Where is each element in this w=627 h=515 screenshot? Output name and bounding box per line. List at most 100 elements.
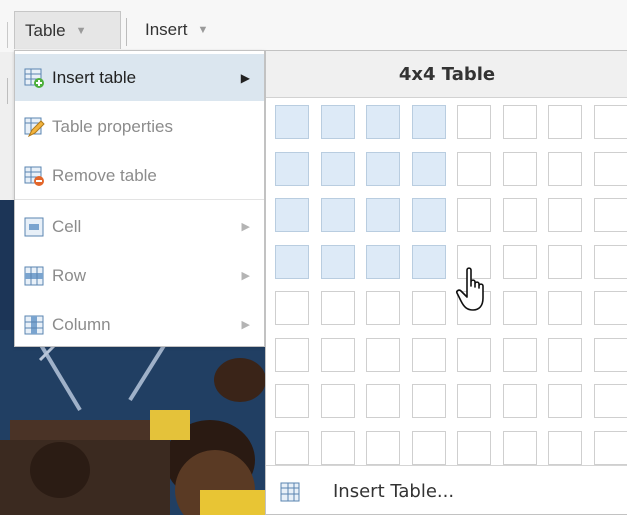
menu-item-label: Remove table <box>52 165 157 185</box>
grid-cell[interactable] <box>412 105 446 139</box>
grid-cell[interactable] <box>548 384 582 418</box>
insert-table-icon <box>24 68 44 88</box>
grid-cell[interactable] <box>548 291 582 325</box>
grid-cell[interactable] <box>457 338 491 372</box>
menu-item-label: Table properties <box>52 116 173 136</box>
table-icon <box>280 482 300 501</box>
insert-menu-button[interactable]: Insert ▼ <box>135 11 218 49</box>
grid-cell[interactable] <box>275 105 309 139</box>
grid-cell[interactable] <box>366 384 400 418</box>
grid-cell[interactable] <box>412 431 446 465</box>
grid-cell[interactable] <box>366 198 400 232</box>
menu-item-table-properties[interactable]: Table properties <box>15 103 264 150</box>
grid-cell[interactable] <box>503 338 537 372</box>
grid-cell[interactable] <box>503 245 537 279</box>
insert-table-dialog-button[interactable]: Insert Table... <box>266 465 627 514</box>
table-grid-picker: 4x4 Table Insert Table... <box>265 50 627 515</box>
grid-cell[interactable] <box>275 245 309 279</box>
grid-cell[interactable] <box>457 384 491 418</box>
remove-table-icon <box>24 166 44 186</box>
grid-cell[interactable] <box>412 245 446 279</box>
menu-item-remove-table[interactable]: Remove table <box>15 152 264 199</box>
grid-cell[interactable] <box>275 338 309 372</box>
grid-cell[interactable] <box>594 338 627 372</box>
grid-cell[interactable] <box>275 152 309 186</box>
grid-cell[interactable] <box>503 198 537 232</box>
grid-cell[interactable] <box>594 198 627 232</box>
grid-cell[interactable] <box>548 152 582 186</box>
grid-cell[interactable] <box>503 431 537 465</box>
grid-cell[interactable] <box>412 198 446 232</box>
grid-cell[interactable] <box>412 384 446 418</box>
submenu-arrow-icon: ▶ <box>240 71 250 85</box>
grid-cell[interactable] <box>594 105 627 139</box>
menu-separator <box>15 199 264 200</box>
grid-cell[interactable] <box>548 198 582 232</box>
grid-cell[interactable] <box>548 245 582 279</box>
menu-item-cell[interactable]: Cell ▶ <box>15 203 264 250</box>
grid-cell[interactable] <box>275 291 309 325</box>
insert-table-dialog-label: Insert Table... <box>333 481 455 502</box>
chevron-down-icon: ▼ <box>75 24 87 37</box>
grid-cell[interactable] <box>321 105 355 139</box>
grid-cell[interactable] <box>503 291 537 325</box>
menu-item-label: Insert table <box>52 67 137 87</box>
menu-item-column[interactable]: Column ▶ <box>15 301 264 348</box>
grid-cell[interactable] <box>457 105 491 139</box>
grid-cell[interactable] <box>366 152 400 186</box>
menubar: Table ▼ Insert ▼ <box>0 0 627 52</box>
grid-cell[interactable] <box>457 152 491 186</box>
submenu-arrow-icon: ▶ <box>241 270 250 282</box>
grid-cell[interactable] <box>321 245 355 279</box>
grid-cell[interactable] <box>594 384 627 418</box>
grid-cell[interactable] <box>366 338 400 372</box>
submenu-arrow-icon: ▶ <box>241 221 250 233</box>
grid-cell[interactable] <box>548 105 582 139</box>
grid-cell[interactable] <box>275 384 309 418</box>
grid-cell[interactable] <box>321 338 355 372</box>
grid-cell[interactable] <box>594 245 627 279</box>
toolbar-separator <box>7 22 8 48</box>
grid-cell[interactable] <box>275 431 309 465</box>
toolbar-separator <box>7 78 8 104</box>
menu-item-label: Column <box>52 314 111 334</box>
table-dropdown-menu: Insert table ▶ Table properties Remove t… <box>14 50 265 347</box>
cell-icon <box>24 217 44 236</box>
grid-cell[interactable] <box>412 152 446 186</box>
grid-cell[interactable] <box>275 198 309 232</box>
grid-cell[interactable] <box>503 105 537 139</box>
row-icon <box>24 266 44 285</box>
menu-separator <box>126 18 127 46</box>
grid-picker-title: 4x4 Table <box>266 51 627 98</box>
grid-cell[interactable] <box>366 431 400 465</box>
menu-item-label: Row <box>52 265 87 285</box>
grid-cell[interactable] <box>321 291 355 325</box>
menu-item-row[interactable]: Row ▶ <box>15 252 264 299</box>
hand-pointer-cursor-icon <box>456 267 484 311</box>
grid-cell[interactable] <box>321 431 355 465</box>
editor-toolbar-edge <box>0 52 14 202</box>
grid-cell[interactable] <box>412 291 446 325</box>
grid-cell[interactable] <box>457 431 491 465</box>
grid-cell[interactable] <box>503 152 537 186</box>
menu-item-label: Cell <box>52 216 82 236</box>
grid-cell[interactable] <box>503 384 537 418</box>
table-properties-icon <box>24 117 45 137</box>
grid-cell[interactable] <box>457 198 491 232</box>
grid-cell[interactable] <box>366 291 400 325</box>
grid-cell[interactable] <box>548 431 582 465</box>
grid-cell[interactable] <box>366 245 400 279</box>
menu-item-insert-table[interactable]: Insert table ▶ <box>15 54 264 101</box>
column-icon <box>24 315 44 334</box>
grid-cell[interactable] <box>366 105 400 139</box>
grid-cell[interactable] <box>321 198 355 232</box>
grid-cell[interactable] <box>594 431 627 465</box>
grid-cell[interactable] <box>321 384 355 418</box>
grid-cell[interactable] <box>548 338 582 372</box>
grid-cell[interactable] <box>412 338 446 372</box>
grid-cell[interactable] <box>594 152 627 186</box>
grid-cell[interactable] <box>594 291 627 325</box>
grid-cell[interactable] <box>321 152 355 186</box>
submenu-arrow-icon: ▶ <box>241 319 250 331</box>
table-menu-button[interactable]: Table ▼ <box>14 11 121 49</box>
